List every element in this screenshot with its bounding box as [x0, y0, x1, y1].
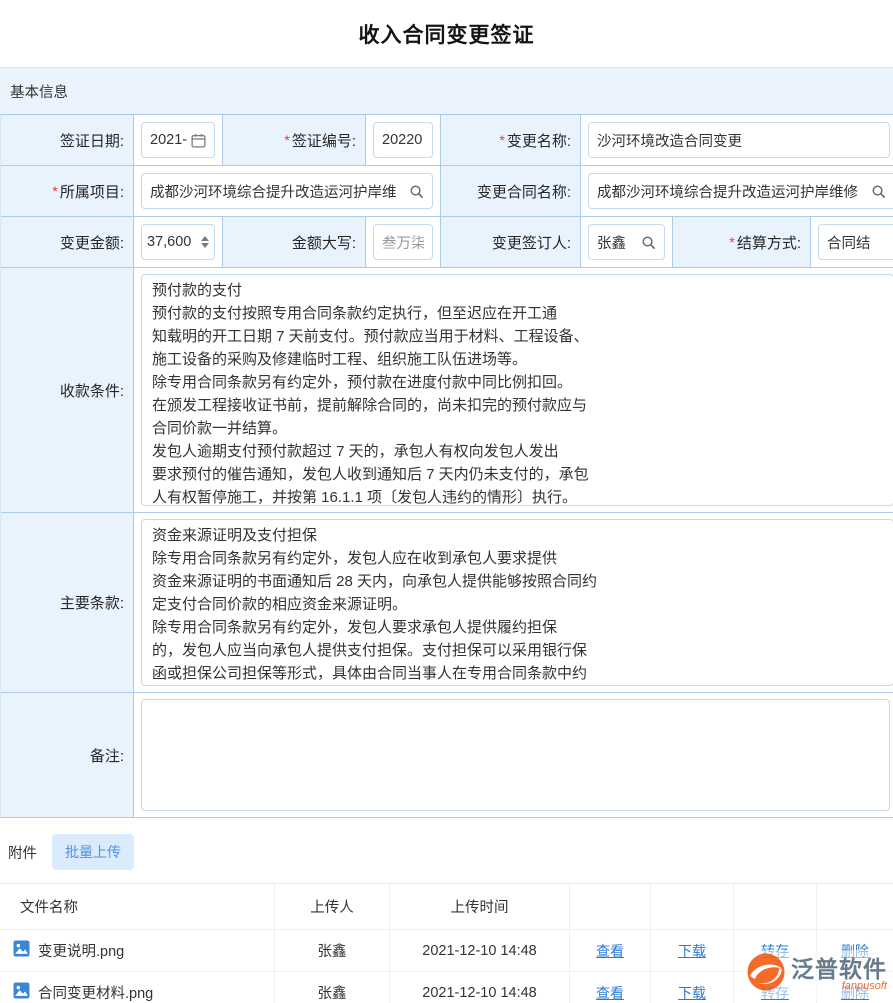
image-file-icon	[13, 982, 30, 1003]
change-signer-label: 变更签订人:	[441, 217, 581, 268]
basic-info-form: 签证日期: 2021-1 * 签证编号: 20220 * 变更名称: 沙河环	[0, 114, 893, 818]
upload-time-header: 上传时间	[390, 884, 570, 930]
calendar-icon[interactable]	[191, 133, 206, 148]
project-cell: 成都沙河环境综合提升改造运河护岸维	[134, 166, 441, 217]
search-icon[interactable]	[871, 184, 886, 199]
required-mark: *	[52, 183, 57, 199]
payment-terms-label: 收款条件:	[1, 268, 134, 513]
change-signer-cell: 张鑫	[581, 217, 673, 268]
delete-link[interactable]: 删除	[841, 941, 869, 961]
attachments-table-header: 文件名称 上传人 上传时间	[0, 884, 893, 930]
change-name-input[interactable]: 沙河环境改造合同变更	[588, 122, 890, 158]
visa-date-cell: 2021-1	[134, 115, 223, 166]
attachment-file-name: 变更说明.png	[38, 940, 124, 961]
actions-header	[817, 884, 893, 930]
attachments-section-header: 附件 批量上传	[0, 818, 893, 883]
delete-link[interactable]: 删除	[841, 983, 869, 1003]
visa-date-input[interactable]: 2021-1	[141, 122, 215, 158]
attachment-uploader: 张鑫	[275, 930, 390, 972]
amount-stepper[interactable]	[201, 236, 209, 248]
image-file-icon	[13, 940, 30, 961]
change-name-cell: 沙河环境改造合同变更	[581, 115, 893, 166]
settlement-method-label: * 结算方式:	[673, 217, 811, 268]
change-amount-cell: 37,600	[134, 217, 223, 268]
attachment-row: 变更说明.png 张鑫 2021-12-10 14:48 查看 下载 转存 删除	[0, 930, 893, 972]
attachments-section-title: 附件	[8, 842, 37, 863]
change-signer-input[interactable]: 张鑫	[588, 224, 665, 260]
attachment-upload-time: 2021-12-10 14:48	[390, 972, 570, 1003]
page-title: 收入合同变更签证	[359, 19, 535, 49]
required-mark: *	[729, 234, 734, 250]
search-icon[interactable]	[409, 184, 424, 199]
payment-terms-cell: 预付款的支付 预付款的支付按照专用合同条款约定执行，但至迟应在开工通 知载明的开…	[134, 268, 893, 513]
attachment-file-name: 合同变更材料.png	[38, 982, 153, 1003]
view-link[interactable]: 查看	[596, 983, 624, 1003]
amount-in-words-cell: 叁万柒	[366, 217, 441, 268]
file-name-header: 文件名称	[0, 884, 275, 930]
change-contract-name-label: 变更合同名称:	[441, 166, 581, 217]
basic-info-section-header: 基本信息	[0, 68, 893, 114]
change-name-label: * 变更名称:	[441, 115, 581, 166]
change-contract-name-input[interactable]: 成都沙河环境综合提升改造运河护岸维修	[588, 173, 893, 209]
income-contract-change-visa-page: 收入合同变更签证 基本信息 签证日期: 2021-1 * 签证编号: 20220	[0, 0, 893, 1003]
uploader-header: 上传人	[275, 884, 390, 930]
visa-no-label: * 签证编号:	[223, 115, 366, 166]
main-clauses-textarea[interactable]: 资金来源证明及支付担保 除专用合同条款另有约定外，发包人应在收到承包人要求提供 …	[141, 519, 893, 686]
remarks-cell	[134, 693, 893, 818]
main-clauses-label: 主要条款:	[1, 513, 134, 693]
change-amount-label: 变更金额:	[1, 217, 134, 268]
remarks-label: 备注:	[1, 693, 134, 818]
remarks-textarea[interactable]	[141, 699, 890, 811]
transfer-link[interactable]: 转存	[761, 941, 789, 961]
visa-no-cell: 20220	[366, 115, 441, 166]
basic-info-section-title: 基本信息	[10, 81, 68, 102]
settlement-method-select[interactable]: 合同结	[818, 224, 893, 260]
search-icon[interactable]	[641, 235, 656, 250]
attachment-upload-time: 2021-12-10 14:48	[390, 930, 570, 972]
attachment-uploader: 张鑫	[275, 972, 390, 1003]
attachment-row: 合同变更材料.png 张鑫 2021-12-10 14:48 查看 下载 转存 …	[0, 972, 893, 1003]
change-amount-input[interactable]: 37,600	[141, 224, 215, 260]
change-contract-name-cell: 成都沙河环境综合提升改造运河护岸维修	[581, 166, 893, 217]
attachment-file-cell: 合同变更材料.png	[0, 972, 275, 1003]
project-input[interactable]: 成都沙河环境综合提升改造运河护岸维	[141, 173, 433, 209]
required-mark: *	[284, 132, 289, 148]
batch-upload-button[interactable]: 批量上传	[52, 834, 134, 870]
view-link[interactable]: 查看	[596, 941, 624, 961]
visa-date-label: 签证日期:	[1, 115, 134, 166]
attachments-table: 文件名称 上传人 上传时间 变更说明.png 张鑫 2021-12-10 14:…	[0, 883, 893, 1003]
actions-header	[651, 884, 734, 930]
amount-in-words-label: 金额大写:	[223, 217, 366, 268]
download-link[interactable]: 下载	[678, 941, 706, 961]
main-clauses-cell: 资金来源证明及支付担保 除专用合同条款另有约定外，发包人应在收到承包人要求提供 …	[134, 513, 893, 693]
payment-terms-textarea[interactable]: 预付款的支付 预付款的支付按照专用合同条款约定执行，但至迟应在开工通 知载明的开…	[141, 274, 893, 506]
visa-no-input[interactable]: 20220	[373, 122, 433, 158]
project-label: * 所属项目:	[1, 166, 134, 217]
attachment-file-cell: 变更说明.png	[0, 930, 275, 972]
settlement-method-cell: 合同结	[811, 217, 893, 268]
actions-header	[734, 884, 817, 930]
page-header: 收入合同变更签证	[0, 0, 893, 68]
actions-header	[570, 884, 651, 930]
required-mark: *	[499, 132, 504, 148]
transfer-link[interactable]: 转存	[761, 983, 789, 1003]
download-link[interactable]: 下载	[678, 983, 706, 1003]
amount-in-words-field: 叁万柒	[373, 224, 433, 260]
